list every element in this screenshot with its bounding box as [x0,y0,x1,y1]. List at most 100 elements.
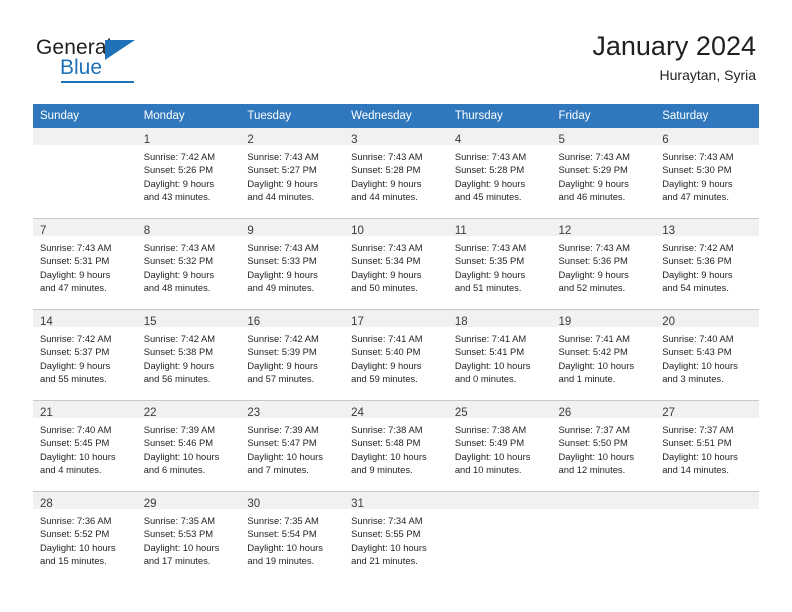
title-block: January 2024 Huraytan, Syria [592,30,756,85]
weekday-header-tuesday: Tuesday [240,104,345,128]
daylight-line-cont: and 17 minutes. [143,554,211,566]
calendar-day-cell[interactable]: 9 Sunrise: 7:43 AM Sunset: 5:33 PM Daylight… [240,219,345,309]
calendar-day-cell[interactable]: 28 Sunrise: 7:36 AM Sunset: 5:52 PM Dayligh… [33,492,137,582]
daylight-line-cont: and 48 minutes. [143,281,211,293]
calendar-day-cell[interactable]: 12 Sunrise: 7:43 AM Sunset: 5:36 PM Dayligh… [551,219,656,309]
daylight-line-cont: and 43 minutes. [143,190,211,202]
sunrise-line: Sunrise: 7:43 AM [351,151,423,162]
day-cell-details: Sunrise: 7:42 AM Sunset: 5:37 PM Daylight:… [33,327,137,385]
sunrise-line: Sunrise: 7:40 AM [40,424,112,435]
daylight-line-cont: and 12 minutes. [558,463,626,475]
calendar-day-cell[interactable]: 27 Sunrise: 7:37 AM Sunset: 5:51 PM Dayligh… [655,401,759,491]
day-cell-details: Sunrise: 7:38 AM Sunset: 5:49 PM Daylight:… [448,418,552,476]
daylight-line-cont: and 4 minutes. [40,463,102,475]
day-cell-details: Sunrise: 7:42 AM Sunset: 5:39 PM Daylight:… [240,327,344,385]
calendar-day-cell[interactable]: 16 Sunrise: 7:42 AM Sunset: 5:39 PM Dayligh… [240,310,345,400]
day-cell-inner: 8 Sunrise: 7:43 AM Sunset: 5:32 PM Daylight… [136,219,241,309]
sunset-line: Sunset: 5:33 PM [247,255,317,267]
daylight-line: Daylight: 9 hours [454,268,526,280]
sunset-line: Sunset: 5:34 PM [351,255,421,267]
day-number-band [447,492,552,509]
day-number-band: 26 [551,401,656,419]
day-number: 8 [143,225,151,237]
day-number-band: 31 [344,492,448,510]
calendar-day-cell[interactable]: 1 Sunrise: 7:42 AM Sunset: 5:26 PM Daylight… [136,128,241,218]
calendar-day-cell[interactable]: 24 Sunrise: 7:38 AM Sunset: 5:48 PM Dayligh… [344,401,448,491]
daylight-line-cont: and 49 minutes. [247,281,315,293]
day-cell-details: Sunrise: 7:43 AM Sunset: 5:29 PM Daylight:… [552,145,656,203]
day-number: 20 [662,316,676,328]
day-number: 2 [247,134,254,146]
day-cell-details [33,145,137,150]
day-cell-inner: 5 Sunrise: 7:43 AM Sunset: 5:29 PM Daylight… [551,128,656,218]
sunrise-line: Sunrise: 7:43 AM [247,242,319,253]
calendar-day-cell[interactable]: 19 Sunrise: 7:41 AM Sunset: 5:42 PM Dayligh… [551,310,656,400]
calendar-day-cell[interactable]: 13 Sunrise: 7:42 AM Sunset: 5:36 PM Dayligh… [655,219,759,309]
day-cell-inner: 26 Sunrise: 7:37 AM Sunset: 5:50 PM Dayligh… [551,401,656,491]
calendar-day-cell[interactable]: 6 Sunrise: 7:43 AM Sunset: 5:30 PM Daylight… [655,128,759,218]
logo-underline [61,81,134,83]
day-cell-inner: 9 Sunrise: 7:43 AM Sunset: 5:33 PM Daylight… [240,219,345,309]
sunrise-line: Sunrise: 7:43 AM [454,242,527,253]
daylight-line-cont: and 21 minutes. [351,554,418,566]
day-cell-details: Sunrise: 7:35 AM Sunset: 5:53 PM Daylight:… [137,509,241,567]
sunrise-line: Sunrise: 7:43 AM [351,242,423,253]
daylight-line: Daylight: 10 hours [558,359,635,371]
sunset-line: Sunset: 5:30 PM [662,164,732,176]
day-number: 18 [454,316,468,328]
day-number: 17 [351,316,364,328]
day-cell-details: Sunrise: 7:42 AM Sunset: 5:38 PM Daylight:… [137,327,241,385]
calendar-day-cell[interactable]: 18 Sunrise: 7:41 AM Sunset: 5:41 PM Dayligh… [447,310,552,400]
day-number-band: 22 [136,401,241,419]
daylight-line-cont: and 50 minutes. [351,281,418,293]
calendar-day-cell[interactable]: 15 Sunrise: 7:42 AM Sunset: 5:38 PM Dayligh… [136,310,241,400]
calendar-day-cell[interactable]: 5 Sunrise: 7:43 AM Sunset: 5:29 PM Daylight… [551,128,656,218]
day-number: 14 [40,316,53,328]
day-number-band: 2 [240,128,345,146]
sunrise-line: Sunrise: 7:36 AM [40,515,112,526]
calendar-day-cell[interactable]: 10 Sunrise: 7:43 AM Sunset: 5:34 PM Dayligh… [344,219,448,309]
calendar-header-row: Sunday Monday Tuesday Wednesday Thursday Frid… [33,104,759,128]
calendar-day-cell[interactable]: 23 Sunrise: 7:39 AM Sunset: 5:47 PM Dayligh… [240,401,345,491]
general-blue-logo[interactable]: General Blue [36,36,176,84]
daylight-line: Daylight: 10 hours [351,450,427,462]
daylight-line-cont: and 55 minutes. [40,372,107,384]
calendar-empty-cell [551,492,656,582]
daylight-line-cont: and 56 minutes. [143,372,211,384]
calendar-day-cell[interactable]: 14 Sunrise: 7:42 AM Sunset: 5:37 PM Dayligh… [33,310,137,400]
calendar-day-cell[interactable]: 8 Sunrise: 7:43 AM Sunset: 5:32 PM Daylight… [136,219,241,309]
day-cell-inner: 27 Sunrise: 7:37 AM Sunset: 5:51 PM Dayligh… [655,401,759,491]
sunset-line: Sunset: 5:42 PM [558,346,628,358]
day-cell-inner: 20 Sunrise: 7:40 AM Sunset: 5:43 PM Dayligh… [655,310,759,400]
daylight-line: Daylight: 9 hours [351,177,422,189]
calendar-day-cell[interactable]: 7 Sunrise: 7:43 AM Sunset: 5:31 PM Daylight… [33,219,137,309]
day-cell-inner [551,492,656,582]
day-number-band: 14 [33,310,137,328]
calendar-page: General Blue January 2024 Huraytan, Syri… [0,0,792,612]
calendar-day-cell[interactable]: 30 Sunrise: 7:35 AM Sunset: 5:54 PM Dayligh… [240,492,345,582]
day-cell-details: Sunrise: 7:41 AM Sunset: 5:40 PM Daylight:… [344,327,448,385]
sunrise-line: Sunrise: 7:41 AM [351,333,423,344]
calendar-day-cell[interactable]: 25 Sunrise: 7:38 AM Sunset: 5:49 PM Dayligh… [447,401,552,491]
day-number-band: 16 [240,310,345,328]
calendar-day-cell[interactable]: 31 Sunrise: 7:34 AM Sunset: 5:55 PM Dayligh… [344,492,448,582]
calendar-day-cell[interactable]: 11 Sunrise: 7:43 AM Sunset: 5:35 PM Dayligh… [447,219,552,309]
sunrise-line: Sunrise: 7:42 AM [662,242,734,253]
calendar-day-cell[interactable]: 17 Sunrise: 7:41 AM Sunset: 5:40 PM Dayligh… [344,310,448,400]
day-number: 31 [351,498,364,510]
calendar-day-cell[interactable]: 29 Sunrise: 7:35 AM Sunset: 5:53 PM Dayligh… [136,492,241,582]
calendar-day-cell[interactable]: 3 Sunrise: 7:43 AM Sunset: 5:28 PM Daylight… [344,128,448,218]
calendar-day-cell[interactable]: 20 Sunrise: 7:40 AM Sunset: 5:43 PM Dayligh… [655,310,759,400]
calendar-day-cell[interactable]: 21 Sunrise: 7:40 AM Sunset: 5:45 PM Dayligh… [33,401,137,491]
calendar-day-cell[interactable]: 4 Sunrise: 7:43 AM Sunset: 5:28 PM Daylight… [447,128,552,218]
calendar-day-cell[interactable]: 26 Sunrise: 7:37 AM Sunset: 5:50 PM Dayligh… [551,401,656,491]
sunset-line: Sunset: 5:46 PM [143,437,214,449]
calendar-day-cell[interactable]: 22 Sunrise: 7:39 AM Sunset: 5:46 PM Dayligh… [136,401,241,491]
day-cell-inner: 29 Sunrise: 7:35 AM Sunset: 5:53 PM Dayligh… [136,492,241,582]
sunrise-line: Sunrise: 7:43 AM [143,242,216,253]
sunset-line: Sunset: 5:39 PM [247,346,317,358]
day-number: 21 [40,407,53,419]
calendar-day-cell[interactable]: 2 Sunrise: 7:43 AM Sunset: 5:27 PM Daylight… [240,128,345,218]
daylight-line-cont: and 51 minutes. [454,281,522,293]
daylight-line: Daylight: 10 hours [454,359,531,371]
